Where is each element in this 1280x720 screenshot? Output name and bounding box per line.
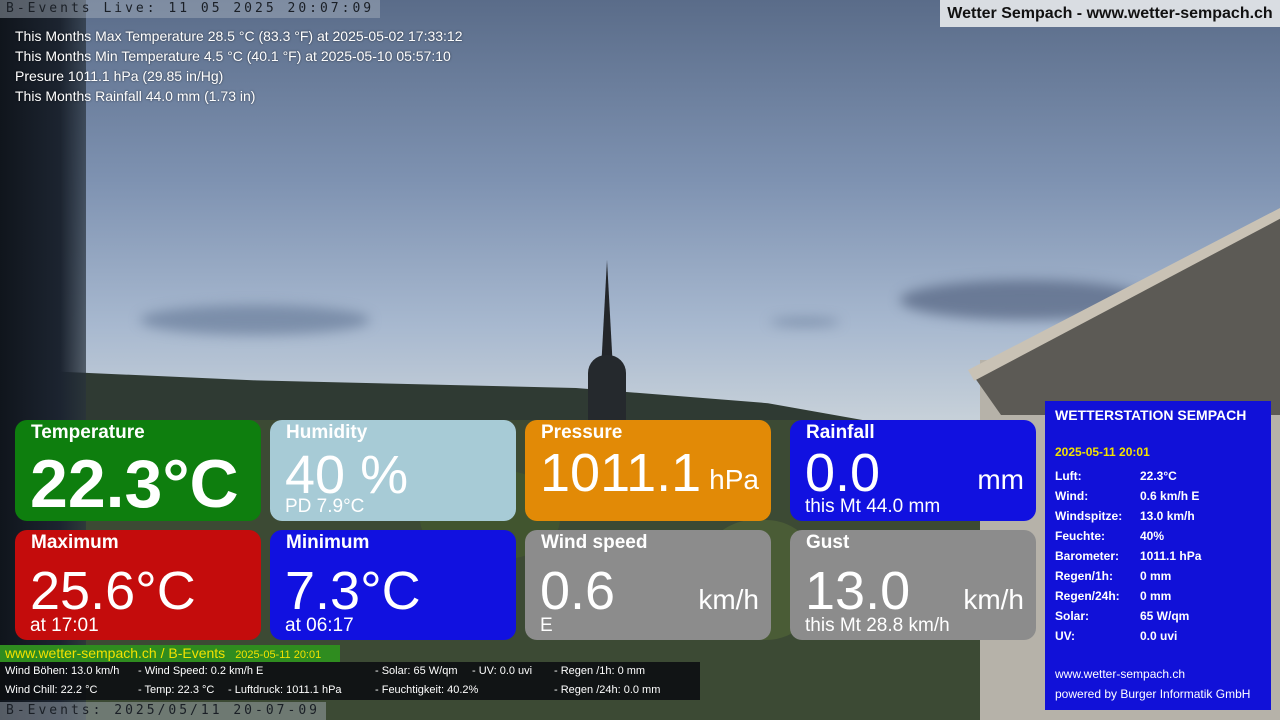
tile-sub: this Mt 28.8 km/h <box>805 615 950 636</box>
tile-unit: km/h <box>963 584 1024 615</box>
tile-label: Gust <box>806 532 850 553</box>
row-value: 65 W/qm <box>1140 609 1190 623</box>
ticker-solar: - Solar: 65 W/qm <box>375 665 458 677</box>
tile-sub: E <box>540 615 553 636</box>
tile-sub: at 06:17 <box>285 615 354 636</box>
stat-min-temp: This Months Min Temperature 4.5 °C (40.1… <box>15 48 451 64</box>
ticker-rain-1h: - Regen /1h: 0 mm <box>554 665 646 677</box>
row-value: 40% <box>1140 529 1165 543</box>
row-value: 13.0 km/h <box>1140 509 1195 523</box>
station-date: 2025-05-11 20:01 <box>1055 445 1150 459</box>
church-steeple <box>585 260 629 435</box>
ticker-datetime: 2025-05-11 20:01 <box>235 649 322 661</box>
ticker-humidity: - Feuchtigkeit: 40.2% <box>375 684 479 696</box>
tile-value: 13.0 <box>805 561 911 621</box>
ticker-site-link[interactable]: www.wetter-sempach.ch / B-Events <box>5 645 225 661</box>
tile-label: Minimum <box>286 532 370 553</box>
station-row-regen-24h: Regen/24h: 0 mm <box>1055 589 1171 603</box>
tile-label: Humidity <box>286 422 368 443</box>
ticker-rain-24h: - Regen /24h: 0.0 mm <box>554 684 661 696</box>
station-powered-by: powered by Burger Informatik GmbH <box>1055 687 1251 701</box>
row-key: UV: <box>1055 629 1076 643</box>
site-title: Wetter Sempach - www.wetter-sempach.ch <box>940 0 1280 27</box>
station-title: WETTERSTATION SEMPACH <box>1055 407 1247 423</box>
tile-gust: Gust 13.0 km/h this Mt 28.8 km/h <box>790 530 1036 640</box>
tile-label: Maximum <box>31 532 119 553</box>
station-row-luft: Luft: 22.3°C <box>1055 469 1177 483</box>
row-value: 0 mm <box>1140 569 1172 583</box>
row-key: Barometer: <box>1055 549 1120 563</box>
tile-label: Wind speed <box>541 532 648 553</box>
tile-minimum: Minimum 7.3°C at 06:17 <box>270 530 516 640</box>
tile-value: 40 % <box>285 445 409 505</box>
row-value: 1011.1 hPa <box>1140 549 1202 563</box>
row-key: Regen/1h: <box>1055 569 1114 583</box>
tile-value: 7.3°C <box>285 561 421 621</box>
weather-ticker: Wind Böhen: 13.0 km/h - Wind Speed: 0.2 … <box>0 662 700 700</box>
station-row-barometer: Barometer: 1011.1 hPa <box>1055 549 1201 563</box>
station-panel: WETTERSTATION SEMPACH 2025-05-11 20:01 L… <box>1045 401 1271 710</box>
tile-maximum: Maximum 25.6°C at 17:01 <box>15 530 261 640</box>
tile-label: Pressure <box>541 422 623 443</box>
station-url-link[interactable]: www.wetter-sempach.ch <box>1055 667 1185 681</box>
ticker-temp: - Temp: 22.3 °C <box>138 684 215 696</box>
stat-pressure: Presure 1011.1 hPa (29.85 in/Hg) <box>15 68 224 84</box>
station-row-solar: Solar: 65 W/qm <box>1055 609 1189 623</box>
row-value: 0.0 uvi <box>1140 629 1178 643</box>
station-row-regen-1h: Regen/1h: 0 mm <box>1055 569 1171 583</box>
tile-temperature: Temperature 22.3°C <box>15 420 261 521</box>
tile-value: 25.6°C <box>30 561 196 621</box>
tile-value: 22.3°C <box>30 446 239 521</box>
station-row-feuchte: Feuchte: 40% <box>1055 529 1164 543</box>
ticker-pressure: - Luftdruck: 1011.1 hPa <box>228 684 342 696</box>
stat-max-temp: This Months Max Temperature 28.5 °C (83.… <box>15 28 463 44</box>
tile-label: Temperature <box>31 422 145 443</box>
row-key: Luft: <box>1055 469 1082 483</box>
stat-rainfall: This Months Rainfall 44.0 mm (1.73 in) <box>15 88 256 104</box>
station-row-uv: UV: 0.0 uvi <box>1055 629 1177 643</box>
tile-label: Rainfall <box>806 422 875 443</box>
tile-humidity: Humidity 40 % PD 7.9°C <box>270 420 516 521</box>
row-key: Wind: <box>1055 489 1089 503</box>
tile-sub: PD 7.9°C <box>285 496 365 517</box>
row-value: 22.3°C <box>1140 469 1177 483</box>
ticker-wind-speed: - Wind Speed: 0.2 km/h E <box>138 665 264 677</box>
tile-sub: at 17:01 <box>30 615 99 636</box>
station-row-wind: Wind: 0.6 km/h E <box>1055 489 1199 503</box>
tile-unit: mm <box>977 464 1024 495</box>
row-value: 0.6 km/h E <box>1140 489 1200 503</box>
ticker-header: www.wetter-sempach.ch / B-Events 2025-05-… <box>0 645 340 662</box>
ticker-wind-chill: Wind Chill: 22.2 °C <box>5 684 98 696</box>
monthly-stats: This Months Max Temperature 28.5 °C (83.… <box>15 26 463 106</box>
tile-sub: this Mt 44.0 mm <box>805 496 941 517</box>
ticker-wind-gust: Wind Böhen: 13.0 km/h <box>5 665 120 677</box>
tile-rainfall: Rainfall 0.0 mm this Mt 44.0 mm <box>790 420 1036 521</box>
row-key: Regen/24h: <box>1055 589 1120 603</box>
bottom-timestamp: B-Events: 2025/05/11 20-07-09 <box>0 702 326 720</box>
tile-windspeed: Wind speed 0.6 km/h E <box>525 530 771 640</box>
row-key: Feuchte: <box>1055 529 1106 543</box>
station-row-windspitze: Windspitze: 13.0 km/h <box>1055 509 1195 523</box>
row-key: Solar: <box>1055 609 1090 623</box>
tile-pressure: Pressure 1011.1 hPa <box>525 420 771 521</box>
ticker-uv: - UV: 0.0 uvi <box>472 665 533 677</box>
tile-unit: km/h <box>698 584 759 615</box>
tile-value: 0.6 <box>540 561 616 621</box>
live-timestamp: B-Events Live: 11 05 2025 20:07:09 <box>0 0 381 18</box>
row-key: Windspitze: <box>1055 509 1123 523</box>
tile-unit: hPa <box>709 464 759 495</box>
tile-value: 0.0 <box>805 443 881 503</box>
row-value: 0 mm <box>1140 589 1172 603</box>
tile-value: 1011.1 <box>540 443 702 503</box>
